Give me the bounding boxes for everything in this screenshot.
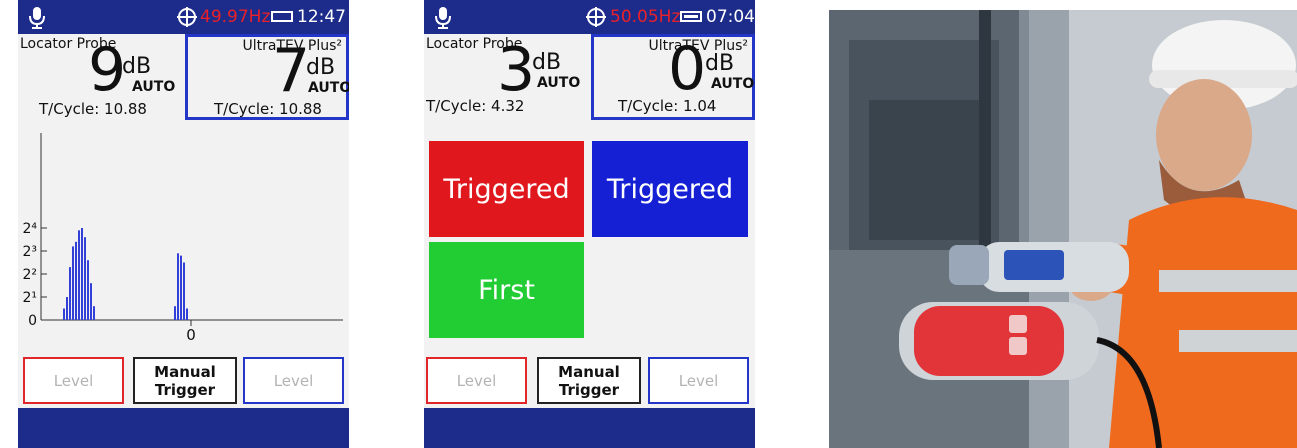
- tev-db-value: 0: [668, 34, 707, 104]
- probe-cycle: T/Cycle: 10.88: [39, 100, 147, 118]
- y-tick-label: 2⁴: [22, 221, 37, 237]
- microphone-icon[interactable]: [27, 6, 47, 30]
- histogram-bar: [81, 228, 83, 320]
- manual-trigger-line2: Trigger: [558, 380, 620, 399]
- probe-auto-mode: AUTO: [132, 79, 176, 95]
- histogram-bar: [87, 260, 89, 320]
- tev-panel[interactable]: UltraTEV Plus² 7 dB AUTO T/Cycle: 10.88: [185, 34, 349, 120]
- first-tile: First: [429, 242, 584, 338]
- histogram-bar: [177, 253, 179, 320]
- tev-db-unit: dB: [705, 51, 735, 76]
- tev-cycle: T/Cycle: 10.88: [214, 100, 322, 118]
- gps-target-icon: [586, 7, 606, 27]
- probe-auto-mode: AUTO: [537, 75, 581, 91]
- tev-db-unit: dB: [306, 55, 336, 80]
- histogram-bar: [174, 306, 176, 320]
- status-bar: 49.97Hz 12:47: [18, 0, 349, 34]
- level-left-button[interactable]: Level: [23, 357, 124, 404]
- manual-trigger-line2: Trigger: [154, 380, 216, 399]
- histogram-bar: [90, 283, 92, 320]
- frequency-readout: 50.05Hz: [610, 7, 681, 27]
- histogram-bar: [75, 241, 77, 320]
- probe-db-value: 3: [497, 35, 536, 105]
- manual-trigger-button[interactable]: Manual Trigger: [133, 357, 237, 404]
- histogram-bar: [186, 308, 188, 320]
- manual-trigger-button[interactable]: Manual Trigger: [537, 357, 641, 404]
- histogram-bar: [84, 237, 86, 320]
- pd-histogram: 0 2¹ 2² 2³ 2⁴ 0: [22, 133, 343, 344]
- histogram-bar: [66, 297, 68, 320]
- y-tick-label: 2¹: [22, 290, 37, 306]
- instrument-screen-triggered: 50.05Hz 07:04 Locator Probe 3 dB AUTO T/…: [424, 0, 755, 448]
- battery-empty-icon: [271, 11, 293, 22]
- level-right-button[interactable]: Level: [648, 357, 749, 404]
- level-right-button[interactable]: Level: [243, 357, 344, 404]
- probe-db-unit: dB: [122, 54, 152, 79]
- histogram-bar: [180, 255, 182, 320]
- level-left-button[interactable]: Level: [426, 357, 527, 404]
- manual-trigger-line1: Manual: [558, 362, 620, 381]
- tev-panel[interactable]: UltraTEV Plus² 0 dB AUTO T/Cycle: 1.04: [591, 34, 755, 120]
- bottom-bar: [424, 408, 755, 448]
- manual-trigger-line1: Manual: [154, 362, 216, 381]
- histogram-bar: [69, 267, 71, 320]
- clock: 07:04: [706, 7, 755, 27]
- bottom-bar: [18, 408, 349, 448]
- probe-db-value: 9: [88, 35, 127, 105]
- x-center-label: 0: [186, 326, 196, 344]
- y-tick-label: 2³: [22, 244, 37, 260]
- probe-db-unit: dB: [532, 50, 562, 75]
- tev-db-value: 7: [272, 36, 311, 106]
- tev-cycle: T/Cycle: 1.04: [618, 97, 717, 115]
- technician-photo: [829, 10, 1297, 448]
- tev-auto-mode: AUTO: [308, 80, 349, 96]
- gps-target-icon: [177, 7, 197, 27]
- histogram-bar: [63, 308, 65, 320]
- y-tick-label: 0: [28, 313, 37, 329]
- histogram-bar: [93, 306, 95, 320]
- y-tick-label: 2²: [22, 267, 37, 283]
- frequency-readout: 49.97Hz: [200, 7, 271, 27]
- tev-triggered-tile: Triggered: [592, 141, 748, 237]
- histogram-bar: [72, 246, 74, 320]
- instrument-screen-histogram: 49.97Hz 12:47 Locator Probe 9 dB AUTO T/…: [18, 0, 349, 448]
- histogram-bar: [183, 262, 185, 320]
- probe-triggered-tile: Triggered: [429, 141, 584, 237]
- status-bar: 50.05Hz 07:04: [424, 0, 755, 34]
- probe-cycle: T/Cycle: 4.32: [426, 97, 525, 115]
- microphone-icon[interactable]: [433, 6, 453, 30]
- histogram-bar: [78, 230, 80, 320]
- battery-full-icon: [680, 11, 702, 22]
- tev-auto-mode: AUTO: [711, 76, 755, 92]
- clock: 12:47: [297, 7, 346, 27]
